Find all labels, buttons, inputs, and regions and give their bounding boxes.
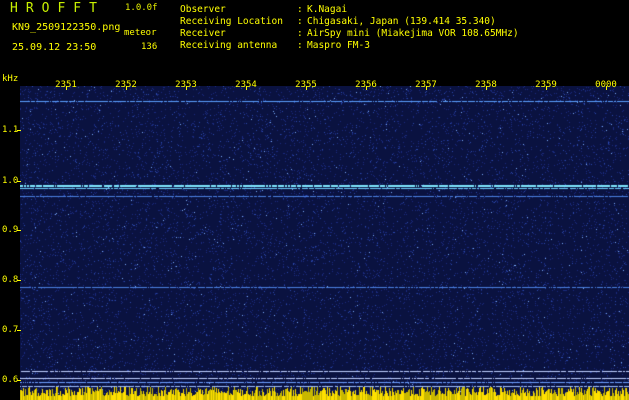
spectrogram-canvas xyxy=(20,86,629,400)
info-separator: : xyxy=(297,4,303,15)
info-separator: : xyxy=(297,28,303,39)
x-tick-mark xyxy=(366,86,367,90)
x-tick-mark xyxy=(66,86,67,90)
y-axis-unit: kHz xyxy=(2,74,19,84)
y-tick-mark xyxy=(17,130,21,131)
info-label: Receiving Location xyxy=(180,16,283,27)
info-location: Receiving Location: Chigasaki, Japan (139… xyxy=(180,16,496,27)
info-separator: : xyxy=(297,40,303,51)
info-antenna: Receiving antenna: Maspro FM-3 xyxy=(180,40,370,51)
info-value: Chigasaki, Japan (139.414 35.340) xyxy=(307,16,496,27)
info-value: AirSpy mini (Miakejima VOR 108.65MHz) xyxy=(307,28,519,39)
info-observer: Observer: K.Nagai xyxy=(180,4,347,15)
info-label: Receiver xyxy=(180,28,226,39)
app-version: 1.0.0f xyxy=(125,3,158,13)
info-value: K.Nagai xyxy=(307,4,348,15)
freq-tick-label: 0.6 xyxy=(2,375,19,385)
x-tick-mark xyxy=(306,86,307,90)
x-tick-mark xyxy=(486,86,487,90)
x-tick-mark xyxy=(246,86,247,90)
y-tick-mark xyxy=(17,280,21,281)
info-receiver: Receiver: AirSpy mini (Miakejima VOR 108.… xyxy=(180,28,519,39)
freq-tick-label: 1.0 xyxy=(2,176,19,186)
freq-tick-label: 0.8 xyxy=(2,275,19,285)
x-tick-mark xyxy=(126,86,127,90)
timestamp: 25.09.12 23:50 xyxy=(12,42,97,53)
freq-tick-label: 1.1 xyxy=(2,125,19,135)
info-label: Observer xyxy=(180,4,226,15)
detection-count: 136 xyxy=(141,42,158,52)
mode-label: meteor xyxy=(124,28,157,38)
x-tick-mark xyxy=(186,86,187,90)
y-tick-mark xyxy=(17,230,21,231)
header-panel: HROFFT 1.0.0f KN9_2509122350.png meteor … xyxy=(0,0,629,78)
y-tick-mark xyxy=(17,380,21,381)
x-tick-mark xyxy=(546,86,547,90)
file-name: KN9_2509122350.png xyxy=(12,22,121,33)
info-label: Receiving antenna xyxy=(180,40,278,51)
x-tick-mark xyxy=(606,86,607,90)
y-tick-mark xyxy=(17,330,21,331)
app-title: HROFFT xyxy=(10,1,105,16)
freq-tick-label: 0.7 xyxy=(2,325,19,335)
freq-tick-label: 0.9 xyxy=(2,225,19,235)
info-value: Maspro FM-3 xyxy=(307,40,370,51)
x-tick-mark xyxy=(426,86,427,90)
info-separator: : xyxy=(297,16,303,27)
y-tick-mark xyxy=(17,181,21,182)
